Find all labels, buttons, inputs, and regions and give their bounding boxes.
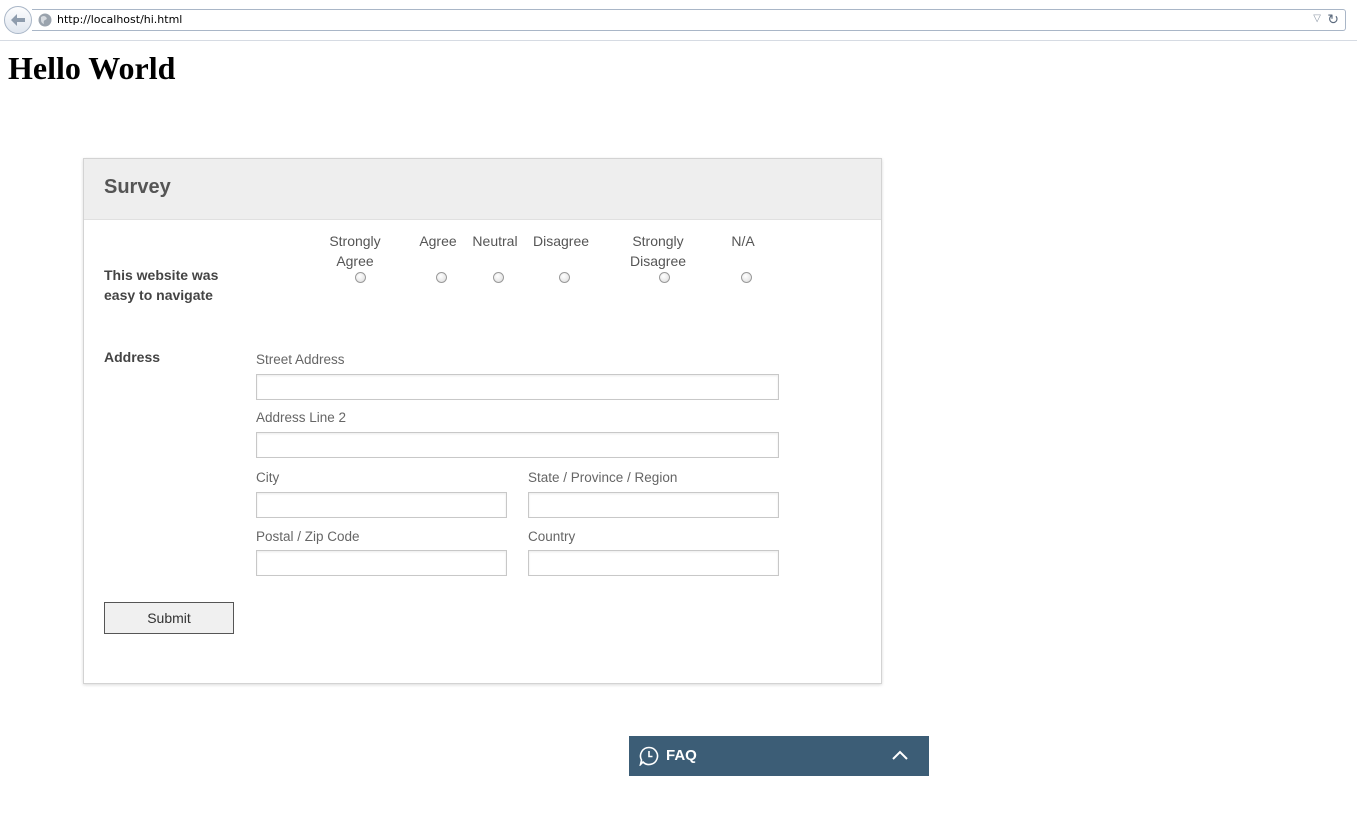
radio-strongly-disagree[interactable] xyxy=(659,272,670,283)
chevron-up-icon[interactable] xyxy=(891,748,909,762)
state-label: State / Province / Region xyxy=(528,470,678,485)
option-label-strongly-disagree: Strongly Disagree xyxy=(629,233,687,269)
survey-header: Survey xyxy=(84,159,881,220)
question-label: This website was easy to navigate xyxy=(104,267,219,303)
globe-icon xyxy=(38,13,52,27)
option-label-na: N/A xyxy=(731,233,755,249)
url-text: http://localhost/hi.html xyxy=(57,13,183,26)
reload-icon[interactable]: ↻ xyxy=(1327,11,1339,28)
option-label-agree: Agree xyxy=(419,233,457,249)
zip-label: Postal / Zip Code xyxy=(256,529,360,544)
survey-title: Survey xyxy=(104,176,171,198)
city-label: City xyxy=(256,470,280,485)
option-label-disagree: Disagree xyxy=(532,233,590,249)
clock-bubble-icon xyxy=(639,746,659,766)
dropdown-arrow-icon[interactable]: ▽ xyxy=(1313,13,1321,24)
country-input[interactable] xyxy=(528,550,779,576)
option-label-neutral: Neutral xyxy=(472,233,518,249)
state-input[interactable] xyxy=(528,492,779,518)
radio-strongly-agree[interactable] xyxy=(355,272,366,283)
faq-label: FAQ xyxy=(666,747,697,764)
option-label-strongly-agree: Strongly Agree xyxy=(329,233,381,269)
submit-button[interactable]: Submit xyxy=(104,602,234,634)
address-line2-input[interactable] xyxy=(256,432,779,458)
radio-disagree[interactable] xyxy=(559,272,570,283)
street-address-label: Street Address xyxy=(256,352,345,367)
back-arrow-icon xyxy=(11,14,25,26)
address-bar[interactable]: http://localhost/hi.html ▽ ↻ xyxy=(32,9,1346,31)
survey-form: Survey This website was easy to navigate… xyxy=(83,158,882,684)
street-address-input[interactable] xyxy=(256,374,779,400)
radio-neutral[interactable] xyxy=(493,272,504,283)
address-line2-label: Address Line 2 xyxy=(256,410,347,425)
radio-agree[interactable] xyxy=(436,272,447,283)
browser-toolbar: http://localhost/hi.html ▽ ↻ xyxy=(0,0,1357,41)
page-heading: Hello World xyxy=(8,50,176,86)
faq-bar[interactable]: FAQ xyxy=(629,736,929,776)
back-button[interactable] xyxy=(4,6,32,34)
city-input[interactable] xyxy=(256,492,507,518)
radio-na[interactable] xyxy=(741,272,752,283)
zip-input[interactable] xyxy=(256,550,507,576)
address-label: Address xyxy=(104,349,161,365)
country-label: Country xyxy=(528,529,576,544)
